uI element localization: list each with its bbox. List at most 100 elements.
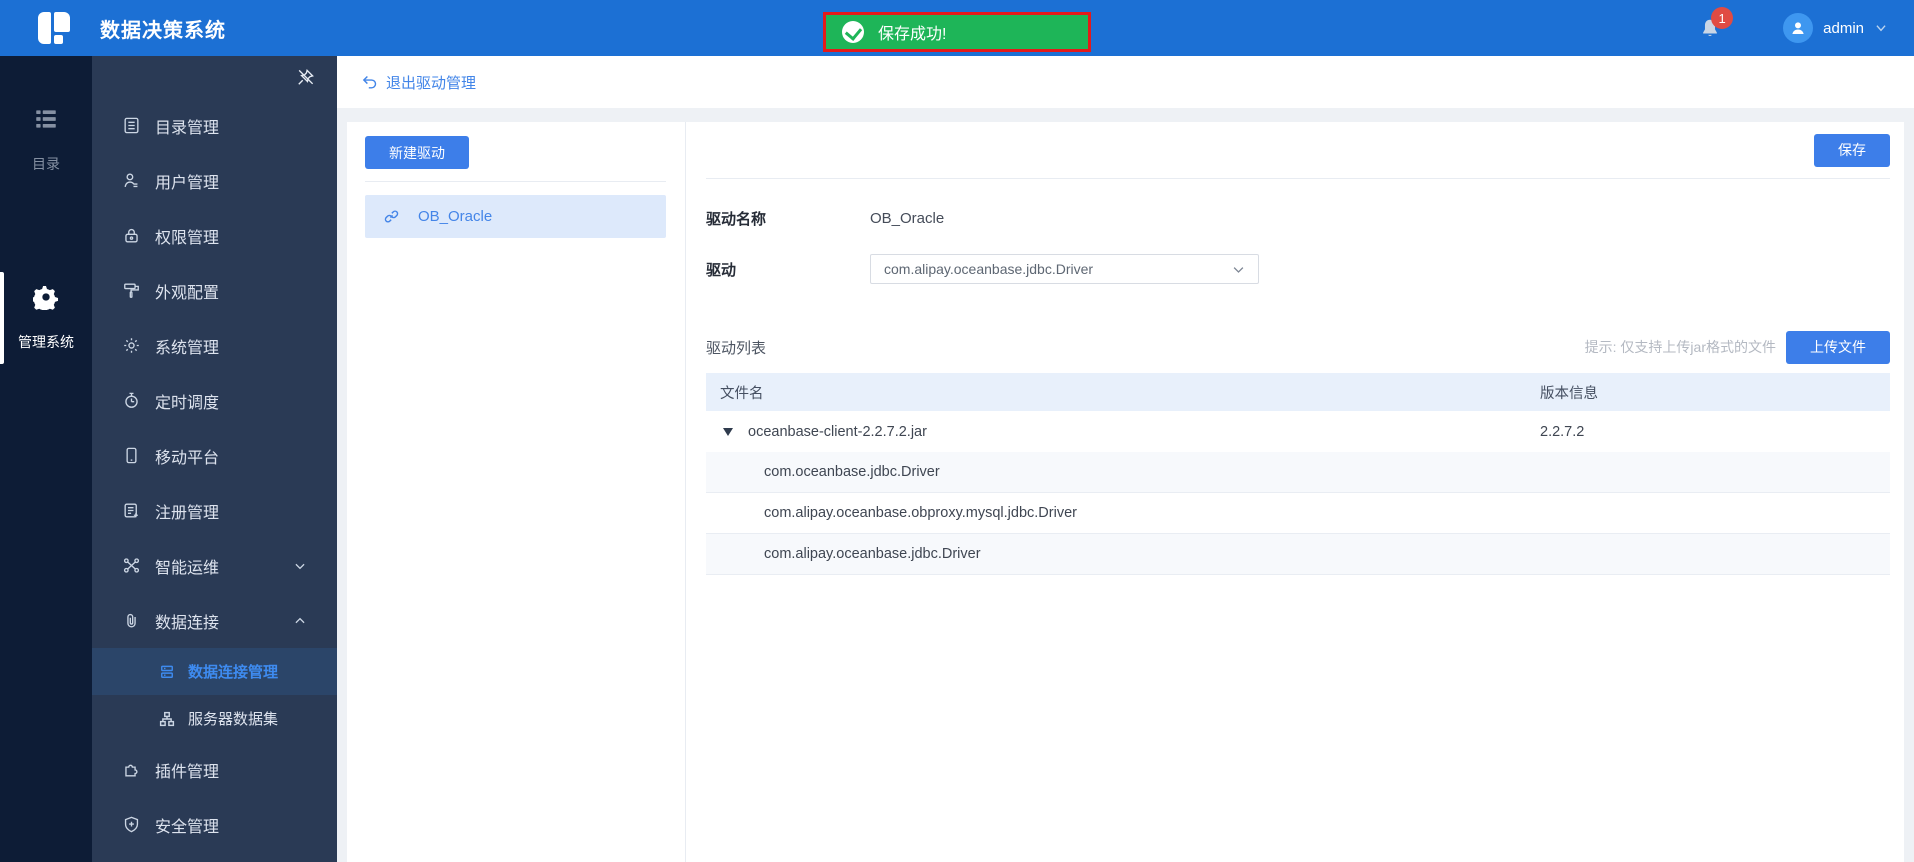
divider xyxy=(365,181,666,182)
app-logo xyxy=(38,12,70,44)
driver-class-name: com.oceanbase.jdbc.Driver xyxy=(764,464,940,480)
sidebar-item-label: 服务器数据集 xyxy=(188,711,279,728)
driver-file-table: 文件名 版本信息 oceanbase-client-2.2.7.2.jar 2.… xyxy=(706,373,1890,575)
toast-message: 保存成功! xyxy=(878,26,947,43)
link-icon xyxy=(384,210,399,223)
rail-manage-label: 管理系统 xyxy=(18,334,74,350)
chevron-down-icon xyxy=(1233,266,1244,273)
nodes-icon xyxy=(123,558,140,573)
driver-name-label: 驱动名称 xyxy=(706,210,767,228)
upload-file-button[interactable]: 上传文件 xyxy=(1786,330,1890,364)
table-row[interactable]: oceanbase-client-2.2.7.2.jar 2.2.7.2 xyxy=(706,411,1890,452)
sidebar-item-label: 移动平台 xyxy=(155,449,220,467)
driver-class-row: 驱动 com.alipay.oceanbase.jdbc.Driver xyxy=(706,254,1890,284)
sidebar-item-label: 数据连接 xyxy=(155,614,220,632)
selected-driver-class: com.alipay.oceanbase.jdbc.Driver xyxy=(884,261,1094,277)
driver-item-label: OB_Oracle xyxy=(418,208,493,225)
server-icon xyxy=(161,665,173,678)
sitemap-icon xyxy=(159,711,175,726)
left-rail: 目录 管理系统 xyxy=(0,56,92,862)
sidebar-item-label: 用户管理 xyxy=(155,174,220,192)
sidebar-item-label: 外观配置 xyxy=(155,284,220,302)
sidebar-item-intelligent-ops[interactable]: 智能运维 xyxy=(92,538,337,593)
notification-bell[interactable]: 1 xyxy=(1699,7,1734,39)
sidebar-item-appearance-config[interactable]: 外观配置 xyxy=(92,263,337,318)
sidebar-item-catalog-mgmt[interactable]: 目录管理 xyxy=(92,98,337,153)
sidebar-item-schedule[interactable]: 定时调度 xyxy=(92,373,337,428)
driver-mgmt-card: 新建驱动 OB_Oracle 保存 驱动名称 OB_Oracle 驱动 com.… xyxy=(347,122,1904,862)
rail-item-manage-system[interactable]: 管理系统 xyxy=(0,272,92,364)
user-icon xyxy=(124,173,138,188)
back-arrow-icon xyxy=(362,75,377,89)
sidebar-item-plugin-mgmt[interactable]: 插件管理 xyxy=(92,742,337,797)
sidebar-item-label: 插件管理 xyxy=(155,763,220,781)
username-label[interactable]: admin xyxy=(1823,20,1864,37)
user-icon xyxy=(1792,22,1804,34)
sidebar-item-registration-mgmt[interactable]: 注册管理 xyxy=(92,483,337,538)
table-row[interactable]: com.alipay.oceanbase.jdbc.Driver xyxy=(706,534,1890,575)
mobile-icon xyxy=(126,447,137,464)
driver-class-name: com.alipay.oceanbase.jdbc.Driver xyxy=(764,546,981,562)
sidebar-item-label: 智能运维 xyxy=(155,559,220,577)
table-header: 文件名 版本信息 xyxy=(706,373,1890,411)
document-list-icon xyxy=(124,117,139,134)
sidebar-item-label: 数据连接管理 xyxy=(188,664,279,681)
app-title: 数据决策系统 xyxy=(100,19,226,42)
driver-name-value: OB_Oracle xyxy=(870,209,945,227)
gear-icon xyxy=(124,338,139,353)
sidebar-item-server-dataset[interactable]: 服务器数据集 xyxy=(92,695,337,742)
chevron-up-icon xyxy=(295,617,305,623)
column-header-version: 版本信息 xyxy=(1540,385,1598,402)
exit-driver-mgmt-link[interactable]: 退出驱动管理 xyxy=(361,72,476,93)
rail-item-catalog[interactable]: 目录 xyxy=(0,106,92,174)
save-button[interactable]: 保存 xyxy=(1814,133,1890,167)
upload-hint: 提示: 仅支持上传jar格式的文件 xyxy=(1584,339,1776,355)
check-circle-icon xyxy=(842,21,864,43)
sidebar-item-system-mgmt[interactable]: 系统管理 xyxy=(92,318,337,373)
driver-label: 驱动 xyxy=(706,261,737,279)
table-row[interactable]: com.alipay.oceanbase.obproxy.mysql.jdbc.… xyxy=(706,493,1890,534)
sidebar-item-label: 安全管理 xyxy=(155,818,220,836)
gear-icon xyxy=(33,284,59,310)
sidebar-item-user-mgmt[interactable]: 用户管理 xyxy=(92,153,337,208)
active-indicator xyxy=(0,272,4,364)
main-content: 退出驱动管理 新建驱动 OB_Oracle 保存 驱动名称 OB_Oracle … xyxy=(337,56,1914,862)
toast-container: 保存成功! xyxy=(823,12,1091,52)
puzzle-icon xyxy=(125,764,138,777)
list-icon xyxy=(36,110,56,128)
save-row: 保存 xyxy=(706,122,1890,179)
chevron-down-icon xyxy=(295,563,305,569)
sidebar-item-label: 定时调度 xyxy=(155,394,220,412)
timer-icon xyxy=(125,392,138,408)
driver-class-select[interactable]: com.alipay.oceanbase.jdbc.Driver xyxy=(870,254,1259,284)
driver-list-label: 驱动列表 xyxy=(706,339,767,357)
table-row[interactable]: com.oceanbase.jdbc.Driver xyxy=(706,452,1890,493)
shield-plus-icon xyxy=(124,816,139,833)
paperclip-icon xyxy=(127,613,136,628)
driver-detail-pane: 保存 驱动名称 OB_Oracle 驱动 com.alipay.oceanbas… xyxy=(686,122,1904,862)
paint-roller-icon xyxy=(124,283,139,298)
file-name: oceanbase-client-2.2.7.2.jar xyxy=(748,423,927,440)
sidebar-item-permission-mgmt[interactable]: 权限管理 xyxy=(92,208,337,263)
sidebar-item-data-connection-mgmt[interactable]: 数据连接管理 xyxy=(92,648,337,695)
sidebar-item-security-mgmt[interactable]: 安全管理 xyxy=(92,797,337,852)
chevron-down-icon[interactable] xyxy=(1874,21,1888,35)
expand-caret-icon[interactable] xyxy=(723,427,733,436)
file-version: 2.2.7.2 xyxy=(1540,423,1585,440)
unpin-icon[interactable] xyxy=(296,68,315,87)
sidebar-item-data-connection[interactable]: 数据连接 xyxy=(92,593,337,648)
avatar[interactable] xyxy=(1783,13,1814,43)
sidebar-menu: 目录管理 用户管理 权限管理 外观配置 系统管理 定时调度 移动平台 注册管理 … xyxy=(92,56,337,862)
rail-catalog-label: 目录 xyxy=(32,156,60,172)
sidebar-item-label: 系统管理 xyxy=(155,339,220,357)
driver-name-row: 驱动名称 OB_Oracle xyxy=(706,203,1890,233)
sidebar-item-mobile-platform[interactable]: 移动平台 xyxy=(92,428,337,483)
sidebar-item-label: 目录管理 xyxy=(155,119,220,137)
driver-list-pane: 新建驱动 OB_Oracle xyxy=(347,122,686,862)
driver-list-item-selected[interactable]: OB_Oracle xyxy=(365,195,666,238)
exit-link-label: 退出驱动管理 xyxy=(386,74,477,92)
success-toast: 保存成功! xyxy=(823,12,1091,52)
breadcrumb-bar: 退出驱动管理 xyxy=(337,56,1914,108)
new-driver-button[interactable]: 新建驱动 xyxy=(365,136,469,169)
sidebar-item-label: 注册管理 xyxy=(155,504,220,522)
